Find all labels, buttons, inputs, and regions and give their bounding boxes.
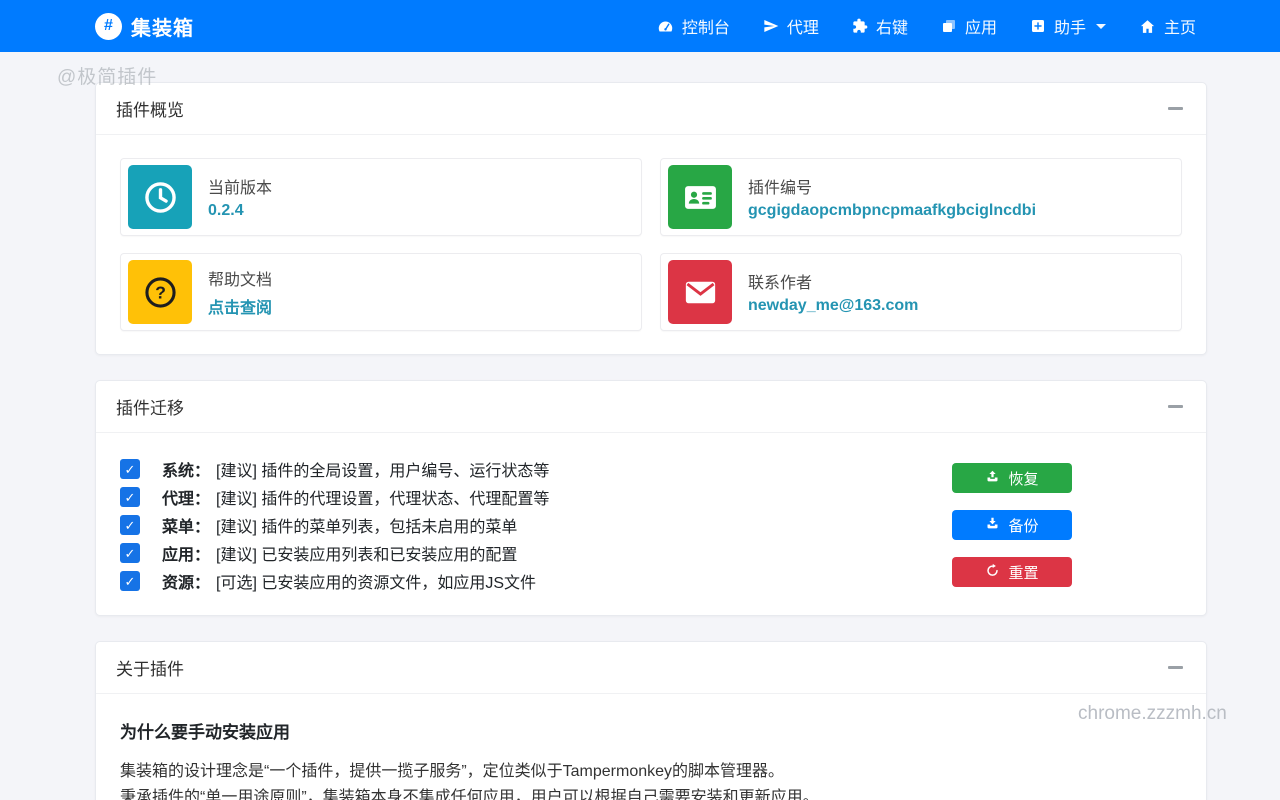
panel-title: 插件迁移: [116, 394, 184, 419]
restore-button[interactable]: 恢复: [952, 463, 1072, 493]
reset-button[interactable]: 重置: [952, 557, 1072, 587]
card-help-doc: ? 帮助文档 点击查阅: [120, 253, 642, 331]
nav-menu: 控制台 代理 右键 应用 助手: [657, 14, 1196, 38]
about-heading: 为什么要手动安装应用: [120, 718, 1182, 743]
main-content: 插件概览 当前版本 0.2.4 插件编号 gcgigdaopcmbpn: [95, 82, 1207, 800]
upload-icon: [985, 469, 1000, 488]
nav-item-proxy[interactable]: 代理: [763, 14, 819, 38]
card-contact-author: 联系作者 newday_me@163.com: [660, 253, 1182, 331]
recycle-icon: [985, 563, 1000, 582]
card-label: 帮助文档: [208, 266, 272, 290]
collapse-icon[interactable]: [1164, 399, 1186, 415]
nav-item-apps[interactable]: 应用: [941, 14, 997, 38]
id-card-icon: [668, 165, 732, 229]
card-version: 当前版本 0.2.4: [120, 158, 642, 236]
apps-checkbox[interactable]: [120, 543, 140, 563]
card-label: 联系作者: [748, 269, 918, 293]
card-extension-id: 插件编号 gcgigdaopcmbpncpmaafkgbciglncdbi: [660, 158, 1182, 236]
nav-item-assistant[interactable]: 助手: [1030, 14, 1106, 38]
version-value: 0.2.4: [208, 202, 272, 220]
home-icon: [1139, 18, 1156, 35]
card-label: 插件编号: [748, 174, 1036, 198]
caret-down-icon: [1096, 24, 1106, 29]
dashboard-icon: [657, 18, 674, 35]
panel-migration: 插件迁移 系统： [建议] 插件的全局设置，用户编号、运行状态等 代理： [建议…: [95, 380, 1207, 616]
plus-square-icon: [1030, 18, 1046, 34]
window-icon: [941, 18, 957, 34]
help-doc-link[interactable]: 点击查阅: [208, 294, 272, 318]
about-body: 为什么要手动安装应用 集装箱的设计理念是“一个插件，提供一揽子服务”，定位类似于…: [96, 694, 1206, 800]
panel-about-header: 关于插件: [96, 642, 1206, 694]
panel-overview: 插件概览 当前版本 0.2.4 插件编号 gcgigdaopcmbpn: [95, 82, 1207, 355]
brand[interactable]: # 集装箱: [95, 12, 194, 41]
card-label: 当前版本: [208, 174, 272, 198]
about-paragraph: 秉承插件的“单一用途原则”，集装箱本身不集成任何应用，用户可以根据自己需要安装和…: [120, 785, 1182, 800]
system-checkbox[interactable]: [120, 459, 140, 479]
question-circle-icon: ?: [128, 260, 192, 324]
collapse-icon[interactable]: [1164, 660, 1186, 676]
migration-body: 系统： [建议] 插件的全局设置，用户编号、运行状态等 代理： [建议] 插件的…: [96, 433, 1206, 615]
extension-id-value: gcgigdaopcmbpncpmaafkgbciglncdbi: [748, 202, 1036, 220]
puzzle-icon: [852, 18, 868, 34]
panel-migration-header: 插件迁移: [96, 381, 1206, 433]
envelope-icon: [668, 260, 732, 324]
resources-checkbox[interactable]: [120, 571, 140, 591]
proxy-checkbox[interactable]: [120, 487, 140, 507]
panel-about: 关于插件 为什么要手动安装应用 集装箱的设计理念是“一个插件，提供一揽子服务”，…: [95, 641, 1207, 800]
menu-checkbox[interactable]: [120, 515, 140, 535]
clock-icon: [128, 165, 192, 229]
panel-overview-header: 插件概览: [96, 83, 1206, 135]
svg-text:?: ?: [155, 282, 166, 302]
panel-title: 关于插件: [116, 655, 184, 680]
paper-plane-icon: [763, 18, 779, 34]
about-paragraph: 集装箱的设计理念是“一个插件，提供一揽子服务”，定位类似于Tampermonke…: [120, 759, 1182, 785]
brand-title: 集装箱: [131, 12, 194, 41]
navbar: # 集装箱 控制台 代理 右键 应用: [0, 0, 1280, 52]
nav-item-context-menu[interactable]: 右键: [852, 14, 908, 38]
nav-item-home[interactable]: 主页: [1139, 14, 1196, 38]
nav-item-console[interactable]: 控制台: [657, 14, 730, 38]
collapse-icon[interactable]: [1164, 101, 1186, 117]
hashtag-icon: #: [95, 13, 122, 40]
author-email-link[interactable]: newday_me@163.com: [748, 297, 918, 315]
overview-cards: 当前版本 0.2.4 插件编号 gcgigdaopcmbpncpmaafkgbc…: [96, 135, 1206, 354]
download-icon: [985, 516, 1000, 535]
migration-buttons: 恢复 备份 重置: [952, 463, 1072, 587]
backup-button[interactable]: 备份: [952, 510, 1072, 540]
panel-title: 插件概览: [116, 96, 184, 121]
